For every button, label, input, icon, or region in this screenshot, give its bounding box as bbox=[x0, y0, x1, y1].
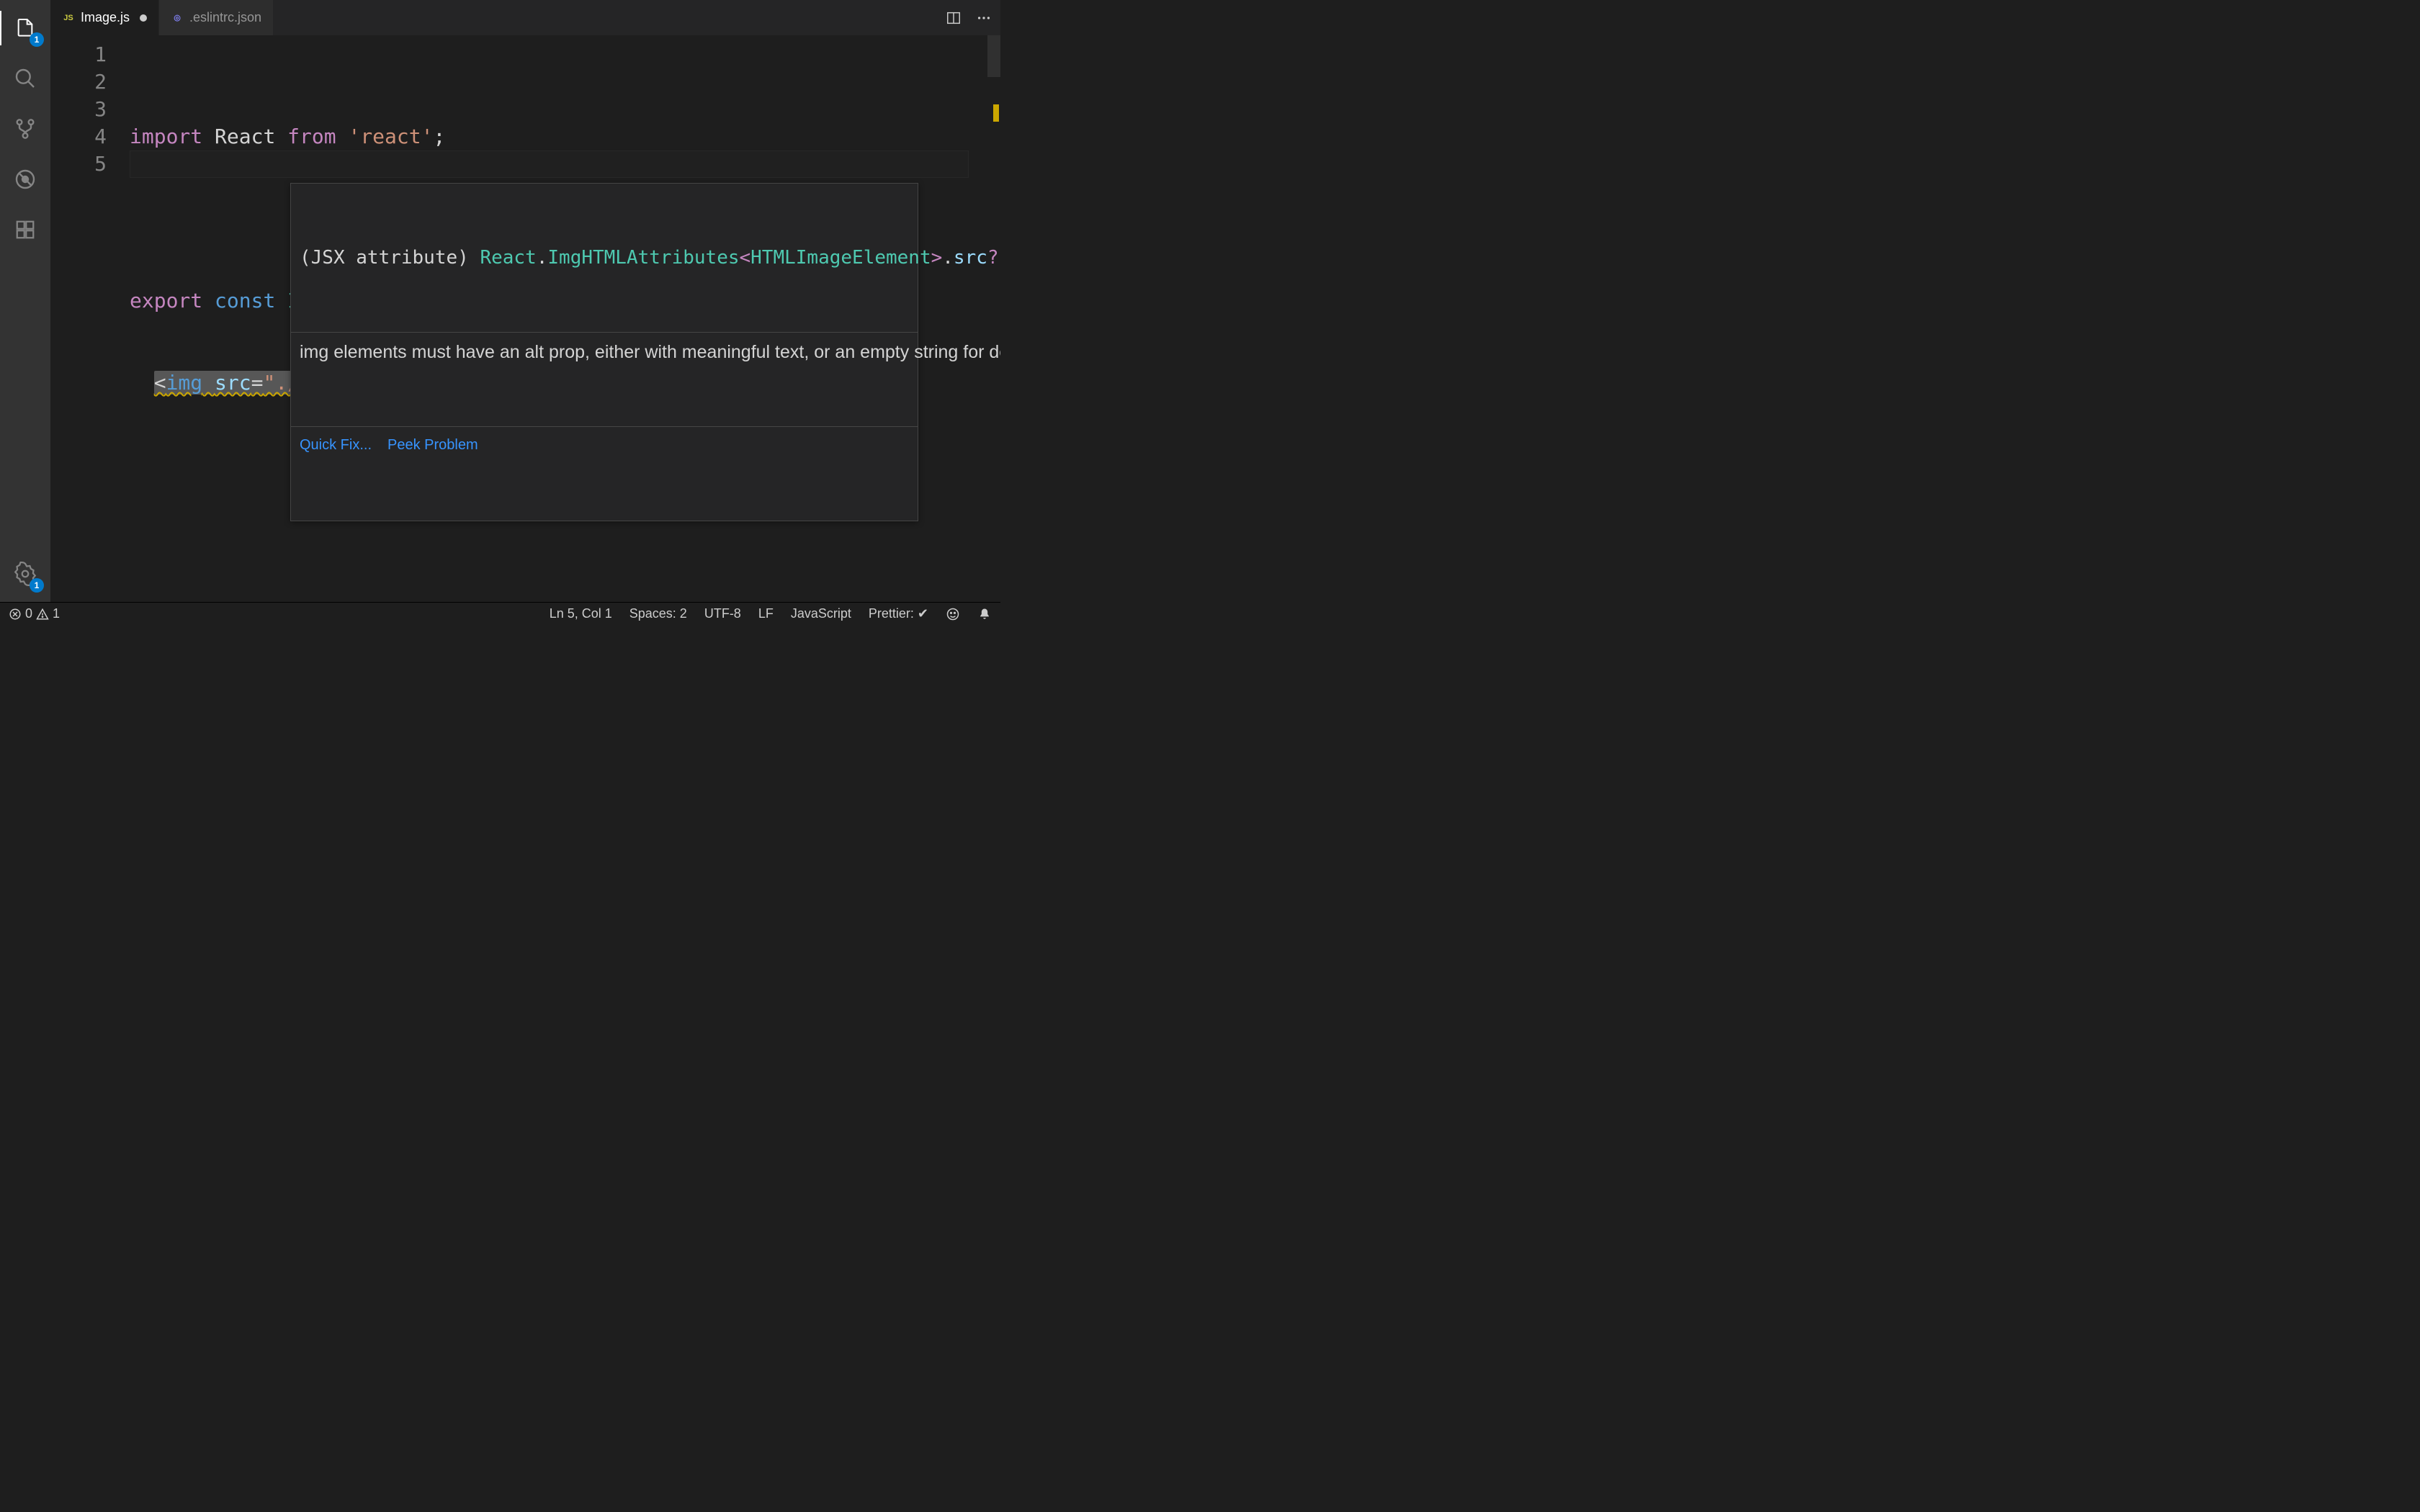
editor-content[interactable]: 1 2 3 4 5 import React from 'react'; exp… bbox=[50, 35, 1000, 602]
source-control-icon[interactable] bbox=[8, 112, 42, 146]
settings-badge: 1 bbox=[30, 578, 44, 593]
minimap-warning-marker[interactable] bbox=[993, 104, 999, 122]
active-line-highlight bbox=[130, 150, 969, 178]
encoding-status[interactable]: UTF-8 bbox=[704, 606, 741, 621]
tab-image-js[interactable]: JS Image.js bbox=[50, 0, 159, 35]
minimap[interactable] bbox=[985, 35, 1000, 602]
cursor-position[interactable]: Ln 5, Col 1 bbox=[550, 606, 612, 621]
explorer-icon[interactable]: 1 bbox=[8, 11, 42, 45]
tab-eslintrc[interactable]: ◎ .eslintrc.json bbox=[159, 0, 274, 35]
line-number-gutter: 1 2 3 4 5 bbox=[50, 35, 130, 602]
dirty-indicator-icon bbox=[140, 14, 147, 22]
peek-problem-link[interactable]: Peek Problem bbox=[387, 431, 478, 459]
main-area: 1 1 JS Image.js ◎ .eslintrc.js bbox=[0, 0, 1000, 602]
eslint-file-icon: ◎ bbox=[171, 12, 184, 24]
prettier-status[interactable]: Prettier: ✔ bbox=[869, 606, 928, 621]
hover-signature: (JSX attribute) React.ImgHTMLAttributes<… bbox=[291, 238, 918, 277]
hover-diagnostic: img elements must have an alt prop, eith… bbox=[291, 332, 918, 372]
settings-gear-icon[interactable]: 1 bbox=[8, 557, 42, 591]
hover-tooltip: (JSX attribute) React.ImgHTMLAttributes<… bbox=[290, 183, 918, 521]
eol-status[interactable]: LF bbox=[758, 606, 774, 621]
indentation-status[interactable]: Spaces: 2 bbox=[629, 606, 687, 621]
debug-icon[interactable] bbox=[8, 162, 42, 197]
language-mode[interactable]: JavaScript bbox=[791, 606, 851, 621]
tabs-bar: JS Image.js ◎ .eslintrc.json bbox=[50, 0, 1000, 35]
minimap-slider[interactable] bbox=[987, 35, 1000, 77]
search-icon[interactable] bbox=[8, 61, 42, 96]
error-icon bbox=[9, 608, 22, 621]
extensions-icon[interactable] bbox=[8, 212, 42, 247]
tab-label: Image.js bbox=[81, 10, 130, 25]
feedback-icon[interactable] bbox=[946, 607, 960, 621]
code-lines[interactable]: import React from 'react'; export const … bbox=[130, 35, 985, 602]
status-bar: 0 1 Ln 5, Col 1 Spaces: 2 UTF-8 LF JavaS… bbox=[0, 602, 1000, 625]
problems-status[interactable]: 0 1 bbox=[9, 606, 60, 621]
hover-actions: Quick Fix... Peek Problem bbox=[291, 426, 918, 466]
warning-icon bbox=[36, 608, 49, 621]
tabs-actions bbox=[937, 0, 1000, 35]
notifications-icon[interactable] bbox=[977, 607, 992, 621]
editor-area: JS Image.js ◎ .eslintrc.json 1 2 bbox=[50, 0, 1000, 602]
tab-label: .eslintrc.json bbox=[189, 10, 261, 25]
explorer-badge: 1 bbox=[30, 32, 44, 47]
more-actions-icon[interactable] bbox=[976, 10, 992, 26]
js-file-icon: JS bbox=[62, 12, 75, 24]
activity-bar: 1 1 bbox=[0, 0, 50, 602]
quick-fix-link[interactable]: Quick Fix... bbox=[300, 431, 372, 459]
split-editor-icon[interactable] bbox=[946, 10, 962, 26]
